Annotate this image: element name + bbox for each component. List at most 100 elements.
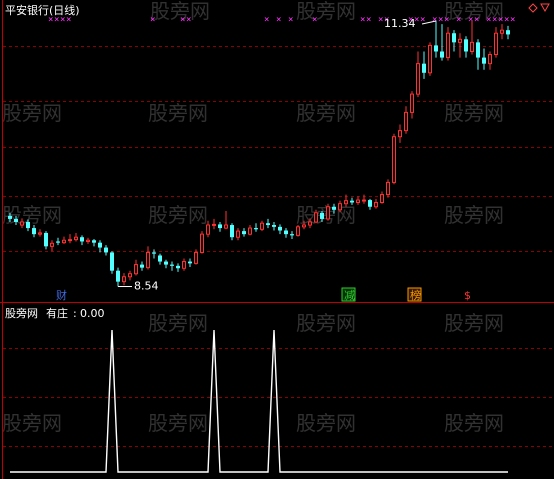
candle-body xyxy=(458,38,462,43)
badge-text: 财 xyxy=(56,288,67,302)
candle-body xyxy=(476,42,480,58)
candle-body xyxy=(8,215,12,219)
candle xyxy=(326,203,330,221)
indicator-value-prefix: : xyxy=(73,307,77,320)
annotation-label: 8.54 xyxy=(134,280,159,293)
candle-body xyxy=(386,181,390,196)
candle-body xyxy=(218,224,222,229)
candle-body xyxy=(296,226,300,236)
candle-body xyxy=(434,45,438,52)
signal-marker: × xyxy=(486,15,491,25)
signal-marker: × xyxy=(360,15,365,25)
watermark-text: 股旁网 xyxy=(2,411,62,435)
candle-body xyxy=(494,32,498,56)
watermark-text: 股旁网 xyxy=(296,101,356,125)
candle xyxy=(200,231,204,254)
candle-body xyxy=(380,194,384,203)
signal-marker: × xyxy=(150,15,155,25)
candle-body xyxy=(320,212,324,219)
candle-body xyxy=(422,63,426,73)
event-badge: 财 xyxy=(56,288,67,302)
candle-body xyxy=(368,200,372,207)
badge-text: $ xyxy=(464,289,471,302)
watermark-text: 股旁网 xyxy=(2,203,62,227)
badge-text: 减 xyxy=(344,289,355,302)
candle-body xyxy=(206,224,210,235)
signal-marker: × xyxy=(468,15,473,25)
candle xyxy=(428,42,432,76)
candle-body xyxy=(428,44,432,74)
event-badge: 榜 xyxy=(407,287,422,302)
badge-text: 榜 xyxy=(410,288,421,302)
candle-body xyxy=(248,227,252,235)
candle-body xyxy=(254,228,258,230)
candle-body xyxy=(104,247,108,253)
candle-body xyxy=(506,30,510,35)
candle-body xyxy=(230,225,234,238)
signal-marker: × xyxy=(276,15,281,25)
candle-body xyxy=(146,251,150,269)
candle-body xyxy=(362,199,366,202)
candle-body xyxy=(20,221,24,226)
candle-body xyxy=(200,233,204,253)
candle-body xyxy=(62,239,66,244)
event-badge: 减 xyxy=(341,287,356,302)
candle-body xyxy=(440,51,444,58)
candle xyxy=(110,251,114,274)
candle-body xyxy=(488,54,492,65)
candle-body xyxy=(14,218,18,222)
candle-body xyxy=(272,225,276,227)
candle-body xyxy=(392,136,396,183)
event-badge: $ xyxy=(464,289,471,302)
candle-body xyxy=(38,232,42,235)
candle-body xyxy=(260,222,264,230)
candle xyxy=(392,133,396,185)
candle-body xyxy=(212,223,216,226)
signal-marker: × xyxy=(438,15,443,25)
signal-marker: × xyxy=(312,15,317,25)
signal-marker: × xyxy=(504,15,509,25)
candle-body xyxy=(278,226,282,231)
candle-body xyxy=(26,221,30,229)
candle-body xyxy=(140,264,144,268)
signal-marker: × xyxy=(474,15,479,25)
candle-body xyxy=(356,199,360,203)
indicator-watermark-label: 股旁网 xyxy=(5,306,38,320)
chart-title: 平安银行(日线) xyxy=(5,3,80,17)
candle-body xyxy=(158,255,162,262)
candle-body xyxy=(314,212,318,223)
indicator-value: 0.00 xyxy=(80,307,105,320)
candle-body xyxy=(134,264,138,275)
candle-body xyxy=(446,32,450,59)
watermark-text: 股旁网 xyxy=(444,101,504,125)
candle-body xyxy=(32,228,36,235)
signal-marker: × xyxy=(510,15,515,25)
watermark-text: 股旁网 xyxy=(148,101,208,125)
signal-marker: × xyxy=(264,15,269,25)
signal-marker: × xyxy=(186,15,191,25)
watermark-text: 股旁网 xyxy=(444,411,504,435)
watermark-text: 股旁网 xyxy=(444,311,504,335)
candle-body xyxy=(350,200,354,203)
candle-body xyxy=(152,252,156,254)
candle-body xyxy=(98,242,102,248)
watermark-text: 股旁网 xyxy=(148,311,208,335)
candle-body xyxy=(110,252,114,271)
candle-body xyxy=(56,241,60,243)
signal-marker: × xyxy=(288,15,293,25)
candle-body xyxy=(452,33,456,43)
candle xyxy=(386,179,390,198)
candle-body xyxy=(50,242,54,247)
candle-body xyxy=(332,206,336,210)
signal-marker: × xyxy=(456,15,461,25)
candle-body xyxy=(284,230,288,235)
watermark-text: 股旁网 xyxy=(296,311,356,335)
candle-body xyxy=(122,276,126,283)
signal-marker: × xyxy=(498,15,503,25)
candle-body xyxy=(74,236,78,241)
signal-marker: × xyxy=(444,15,449,25)
candle-body xyxy=(374,201,378,208)
signal-marker: × xyxy=(432,15,437,25)
candle-body xyxy=(290,234,294,236)
candle-body xyxy=(464,39,468,52)
